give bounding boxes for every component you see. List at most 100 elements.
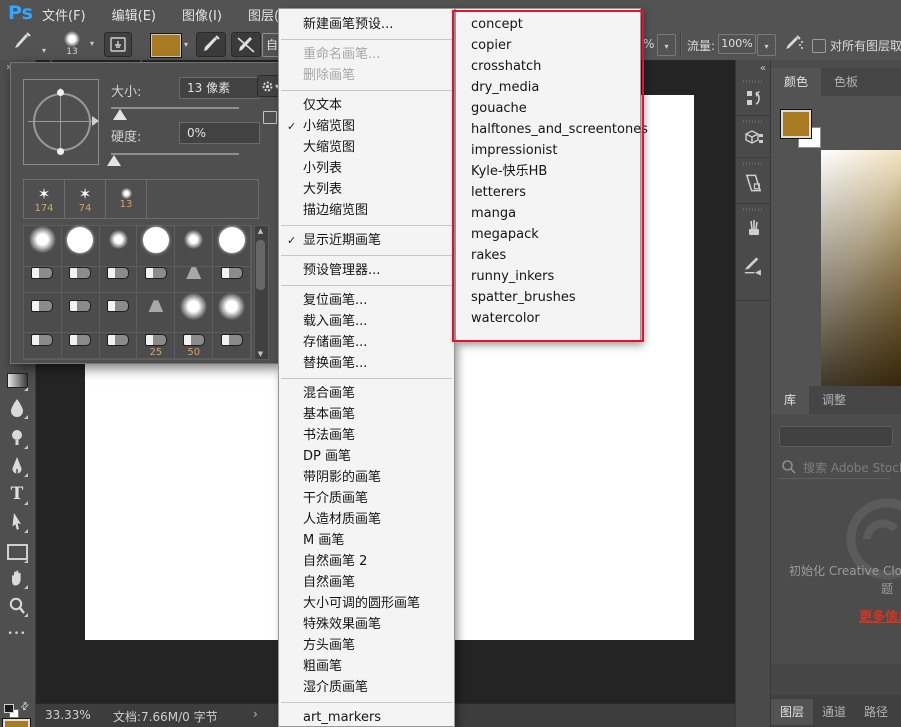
menu-item[interactable]: ✓方头画笔 [279, 635, 454, 656]
dodge-tool[interactable] [5, 426, 29, 450]
menu-item[interactable]: ✓ [281, 378, 452, 379]
menu-item[interactable]: ✓预设管理器... [279, 260, 454, 281]
brush-preset[interactable] [24, 293, 62, 334]
menu-item[interactable]: ✓ [281, 702, 452, 703]
brush-preset[interactable] [62, 333, 100, 359]
foreground-color-swatch[interactable] [781, 110, 811, 138]
brush-preset[interactable] [62, 293, 100, 334]
menu-item[interactable]: ✓重命名画笔... [279, 44, 454, 65]
menu-item[interactable]: ✓湿介质画笔 [279, 677, 454, 698]
scroll-up-icon[interactable]: ▲ [255, 227, 266, 235]
flow-dropdown-button[interactable]: ▾ [757, 34, 776, 56]
expand-panels-icon[interactable]: « [760, 63, 766, 74]
blur-tool[interactable] [5, 396, 29, 420]
brush-preset[interactable] [213, 267, 251, 293]
library-select-dropdown[interactable] [779, 426, 893, 447]
submenu-item[interactable]: megapack [456, 224, 640, 245]
brush-preset[interactable] [137, 226, 175, 267]
menu-item[interactable]: ✓DP 画笔 [279, 446, 454, 467]
menu-item[interactable]: ✓粗画笔 [279, 656, 454, 677]
angle-arrow-icon[interactable] [92, 116, 99, 126]
brush-preset[interactable] [100, 267, 138, 293]
hardness-slider-thumb[interactable] [107, 155, 121, 166]
size-slider[interactable] [111, 107, 239, 109]
scrollbar-thumb[interactable] [256, 240, 265, 290]
brush-preset-picker[interactable]: 13 ▾ [62, 30, 102, 58]
submenu-item[interactable]: spatter_brushes [456, 287, 640, 308]
brush-preset[interactable] [100, 226, 138, 267]
submenu-item[interactable]: crosshatch [456, 56, 640, 77]
pen-tool[interactable] [5, 454, 29, 478]
brush-preset[interactable] [175, 267, 213, 293]
submenu-item[interactable]: copier [456, 35, 640, 56]
recent-brush[interactable]: 13 [106, 180, 147, 218]
menu-item[interactable]: ✓特殊效果画笔 [279, 614, 454, 635]
panel-tab[interactable]: 库 [771, 386, 809, 414]
color-picker-field[interactable] [821, 150, 901, 386]
brush-preset[interactable] [24, 226, 62, 267]
sample-all-layers-checkbox[interactable] [812, 39, 826, 53]
path-selection-tool[interactable] [5, 510, 29, 534]
gradient-tool[interactable] [5, 368, 29, 392]
submenu-item[interactable]: manga [456, 203, 640, 224]
menu-item[interactable]: ✓人造材质画笔 [279, 509, 454, 530]
brush-preset[interactable] [213, 333, 251, 359]
menu-item[interactable]: ✓混合画笔 [279, 383, 454, 404]
submenu-item[interactable]: impressionist [456, 140, 640, 161]
brush-preset[interactable] [100, 293, 138, 334]
artboard-panel-icon[interactable] [742, 170, 765, 196]
brush-preset[interactable] [100, 333, 138, 359]
current-brush-load-swatch[interactable] [150, 33, 182, 58]
size-field[interactable]: 13 像素 [179, 77, 260, 99]
brush-preset[interactable] [175, 226, 213, 267]
clean-brush-button[interactable] [231, 32, 261, 57]
brush-preset[interactable] [137, 267, 175, 293]
menu-item[interactable]: ✓小列表 [279, 158, 454, 179]
zoom-level-field[interactable]: 33.33% [45, 708, 91, 722]
edit-toolbar-button[interactable]: ••• [5, 622, 29, 646]
menu-item[interactable]: ✓显示近期画笔 [279, 230, 454, 251]
menu-item[interactable]: ✓带阴影的画笔 [279, 467, 454, 488]
hardness-slider[interactable] [111, 153, 239, 155]
menu-item[interactable]: ✓仅文本 [279, 95, 454, 116]
roundness-handle[interactable] [57, 89, 64, 96]
submenu-item[interactable]: gouache [456, 98, 640, 119]
menu-item[interactable]: ✓大列表 [279, 179, 454, 200]
type-tool[interactable]: T [5, 482, 29, 506]
menu-item[interactable]: ✓ [281, 285, 452, 286]
brush-preset[interactable] [62, 267, 100, 293]
toggle-brush-settings-panel-button[interactable] [104, 32, 132, 57]
brush-preset[interactable] [213, 226, 251, 267]
brush-preset[interactable]: 25 [137, 333, 175, 359]
submenu-item[interactable]: rakes [456, 245, 640, 266]
more-info-link[interactable]: 更多信息 [859, 606, 901, 625]
brush-preset[interactable] [24, 333, 62, 359]
brush-preset[interactable] [24, 267, 62, 293]
percent-dropdown-button[interactable]: ▾ [657, 34, 676, 56]
scroll-down-icon[interactable]: ▼ [255, 350, 266, 358]
rectangle-tool[interactable] [5, 540, 29, 564]
menu-item[interactable]: ✓自然画笔 [279, 572, 454, 593]
menu-item[interactable]: ✓自然画笔 2 [279, 551, 454, 572]
brush-preset[interactable] [62, 226, 100, 267]
submenu-item[interactable]: runny_inkers [456, 266, 640, 287]
menu-item[interactable]: ✓基本画笔 [279, 404, 454, 425]
menu-item[interactable]: ✓M 画笔 [279, 530, 454, 551]
menu-item[interactable]: ✓ [281, 39, 452, 40]
menu-item[interactable]: ✓art_markers [279, 707, 454, 727]
menu-item[interactable]: ✓存储画笔... [279, 332, 454, 353]
panel-tab[interactable]: 颜色 [771, 68, 821, 96]
menu-bar-item[interactable]: 编辑(E) [112, 5, 156, 24]
submenu-item[interactable]: dry_media [456, 77, 640, 98]
foreground-color-swatch[interactable] [3, 719, 30, 727]
brush-preset[interactable] [175, 293, 213, 334]
flow-value-field[interactable]: 100% [718, 34, 756, 54]
submenu-item[interactable]: letterers [456, 182, 640, 203]
default-colors-widget[interactable]: ⇄ [4, 704, 30, 718]
tool-preset-button[interactable]: ▾ [12, 31, 42, 57]
brush-settings-panel-icon[interactable] [742, 252, 765, 278]
panel-tab[interactable]: 色板 [821, 68, 871, 96]
submenu-item[interactable]: concept [456, 14, 640, 35]
swap-colors-icon[interactable]: ⇄ [18, 700, 32, 714]
hardness-field[interactable]: 0% [179, 122, 260, 144]
